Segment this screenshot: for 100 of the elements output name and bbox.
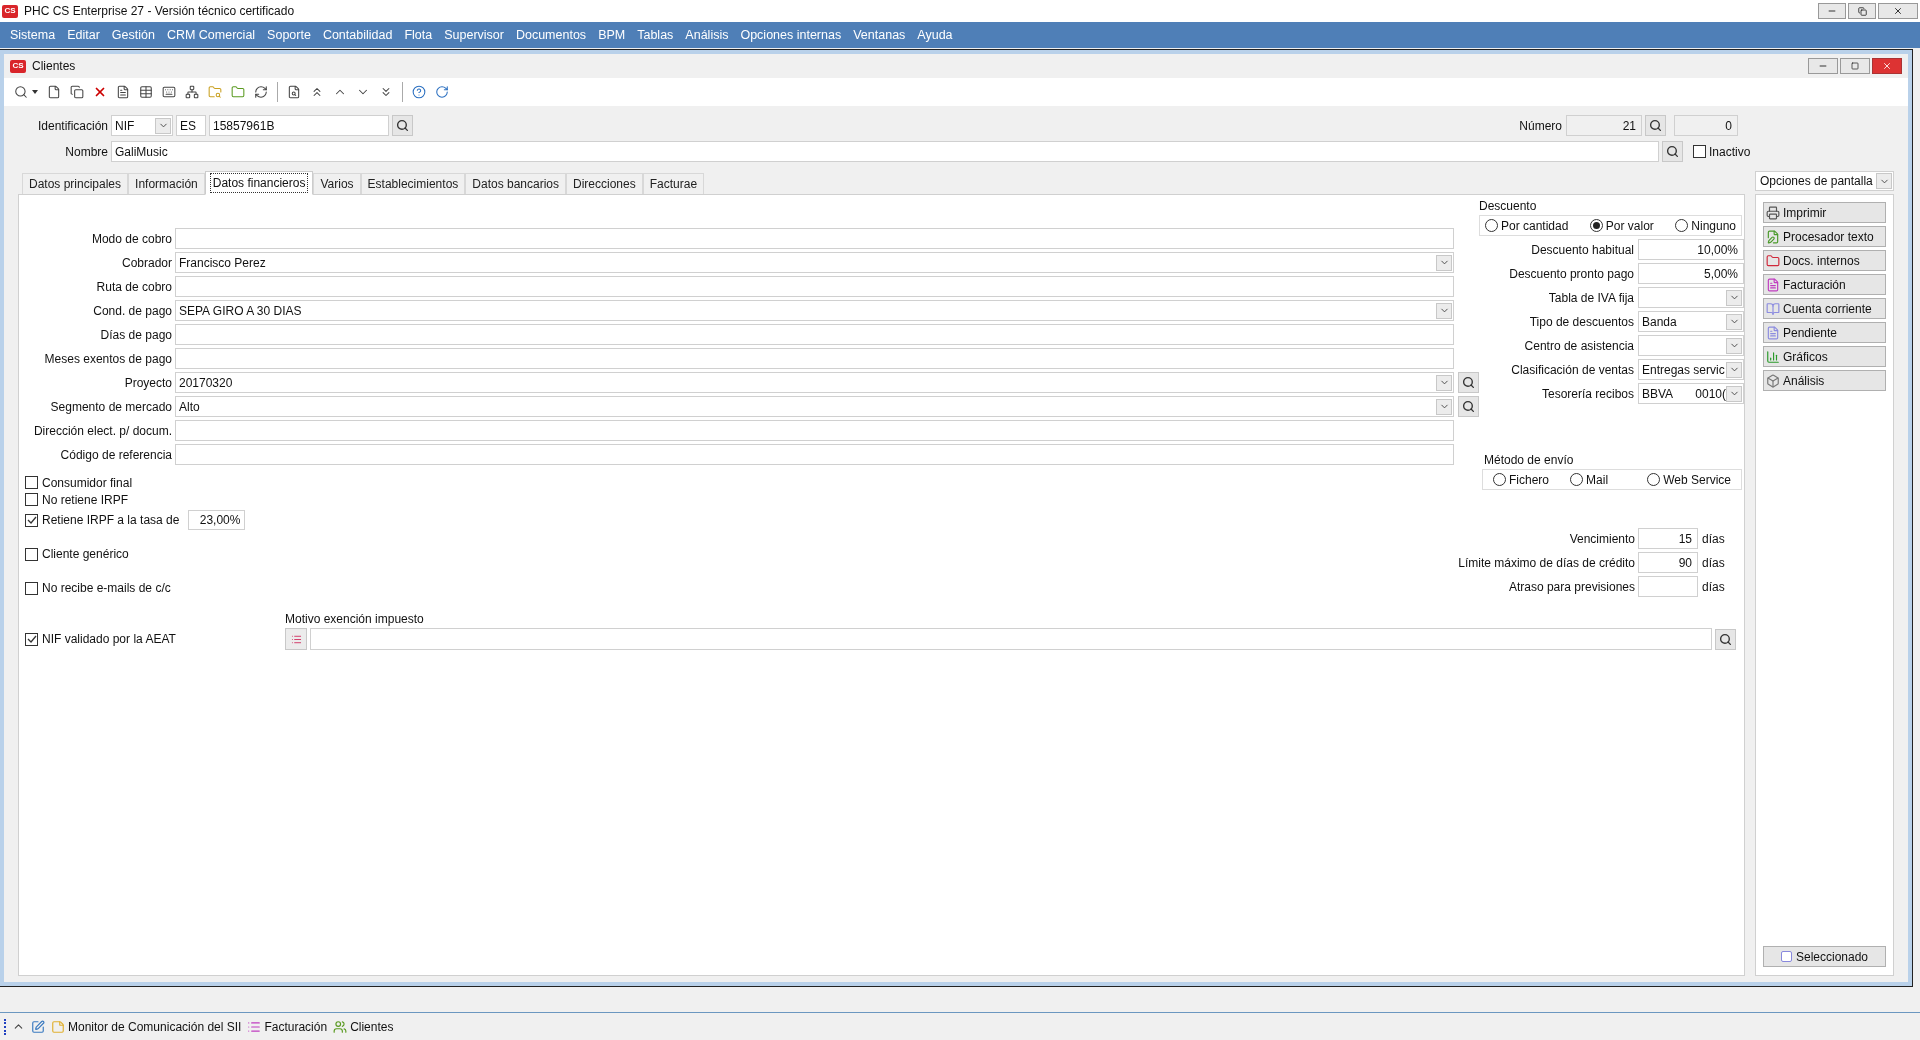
menu-item[interactable]: Gestión (105, 25, 161, 45)
side-button[interactable]: Procesador texto (1763, 226, 1886, 247)
search-icon[interactable] (14, 85, 28, 99)
taskbar-item[interactable]: Monitor de Comunicación del SII (51, 1017, 242, 1036)
tab[interactable]: Datos financieros (204, 171, 314, 195)
radio-button[interactable] (1589, 219, 1603, 232)
input-field[interactable] (175, 276, 1454, 297)
dropdown-field[interactable]: Francisco Perez (175, 252, 1454, 273)
dropdown-field[interactable]: Alto (175, 396, 1454, 417)
input-field[interactable] (175, 228, 1454, 249)
search-button[interactable] (392, 115, 413, 136)
menu-item[interactable]: CRM Comercial (160, 25, 262, 45)
name-field[interactable]: GaliMusic (111, 141, 1659, 162)
menu-item[interactable]: Sistema (4, 25, 62, 45)
taskbar-item[interactable]: Facturación (247, 1017, 328, 1036)
menu-item[interactable]: Contabilidad (316, 25, 399, 45)
search-button[interactable] (1458, 396, 1479, 417)
rate-field[interactable]: 23,00% (188, 510, 246, 530)
menu-item[interactable]: Ayuda (911, 25, 959, 45)
side-button[interactable]: Análisis (1763, 370, 1886, 391)
radio-button[interactable] (1493, 473, 1506, 486)
checkbox[interactable] (25, 581, 38, 595)
radio-button[interactable] (1485, 219, 1498, 232)
dropdown-field[interactable] (1638, 335, 1744, 356)
country-field[interactable]: ES (176, 115, 206, 136)
radio-button[interactable] (1647, 473, 1661, 486)
folder-icon[interactable] (231, 85, 245, 99)
menu-item[interactable]: Análisis (679, 25, 735, 45)
dropdown-field[interactable]: 20170320 (175, 372, 1454, 393)
rotate-icon[interactable] (435, 85, 449, 99)
copy-icon[interactable] (70, 85, 84, 99)
side-button[interactable]: Docs. internos (1763, 250, 1886, 271)
menu-item[interactable]: Opciones internas (734, 25, 848, 45)
search-button[interactable] (1715, 628, 1736, 650)
hierarchy-icon[interactable] (185, 85, 199, 99)
minimize-button[interactable] (1808, 58, 1838, 74)
first-icon[interactable] (310, 85, 324, 99)
last-icon[interactable] (379, 85, 393, 99)
minimize-button[interactable] (1818, 3, 1846, 19)
menu-item[interactable]: BPM (592, 25, 632, 45)
form-icon[interactable] (116, 85, 130, 99)
file-icon[interactable] (47, 85, 61, 99)
selected-toggle-button[interactable]: Seleccionado (1763, 946, 1886, 967)
tab[interactable]: Datos bancarios (465, 173, 567, 194)
side-button[interactable]: Pendiente (1763, 322, 1886, 343)
nif-field[interactable]: 15857961B (209, 115, 389, 136)
number-field[interactable]: 21 (1566, 115, 1642, 136)
dropdown-field[interactable]: Entregas servic (1638, 359, 1744, 380)
input-field[interactable] (310, 628, 1712, 650)
help-icon[interactable] (412, 85, 426, 99)
preview-icon[interactable] (287, 85, 301, 99)
side-button[interactable]: Imprimir (1763, 202, 1886, 223)
input-field[interactable]: 5,00% (1638, 263, 1744, 284)
checkbox[interactable] (25, 476, 38, 489)
checkbox[interactable] (25, 513, 38, 527)
keyboard-icon[interactable] (162, 85, 176, 99)
dropdown-field[interactable]: BBVA 0010( (1638, 383, 1744, 404)
screen-options-dropdown[interactable]: Opciones de pantalla (1755, 171, 1894, 191)
side-button[interactable]: Cuenta corriente (1763, 298, 1886, 319)
input-field[interactable] (175, 420, 1454, 441)
tab[interactable]: Facturae (642, 173, 705, 194)
close-button[interactable] (1872, 58, 1902, 74)
checkbox[interactable] (25, 493, 38, 506)
tab[interactable]: Direcciones (566, 173, 643, 194)
close-icon[interactable] (93, 85, 107, 99)
input-field[interactable] (175, 444, 1454, 465)
menu-item[interactable]: Ventanas (847, 25, 912, 45)
menu-item[interactable]: Flota (398, 25, 439, 45)
input-field[interactable]: 90 (1638, 552, 1698, 573)
tab[interactable]: Datos principales (22, 173, 129, 194)
caret-icon[interactable] (32, 90, 38, 94)
tab[interactable]: Varios (313, 173, 361, 194)
input-field[interactable] (175, 348, 1454, 369)
list-button[interactable] (285, 628, 307, 650)
taskbar-item[interactable]: Clientes (333, 1017, 394, 1036)
radio-button[interactable] (1570, 473, 1584, 486)
id-type-dropdown[interactable]: NIF (111, 115, 173, 136)
input-field[interactable]: 10,00% (1638, 239, 1744, 260)
checkbox[interactable] (25, 547, 38, 561)
search-button[interactable] (1645, 115, 1666, 136)
input-field[interactable]: 15 (1638, 528, 1698, 549)
tab[interactable]: Información (128, 173, 205, 194)
dropdown-field[interactable]: SEPA GIRO A 30 DIAS (175, 300, 1454, 321)
checkbox[interactable] (25, 632, 38, 646)
menu-item[interactable]: Tablas (631, 25, 680, 45)
edit-icon[interactable] (31, 1019, 45, 1034)
menu-item[interactable]: Editar (61, 25, 106, 45)
dropdown-field[interactable] (1638, 287, 1744, 308)
radio-button[interactable] (1675, 219, 1689, 232)
input-field[interactable] (1638, 576, 1698, 597)
menu-item[interactable]: Supervisor (438, 25, 510, 45)
tab[interactable]: Establecimientos (360, 173, 466, 194)
side-button[interactable]: Gráficos (1763, 346, 1886, 367)
checkbox[interactable] (1693, 145, 1706, 158)
menu-item[interactable]: Soporte (261, 25, 317, 45)
refresh-icon[interactable] (254, 85, 268, 99)
table-icon[interactable] (139, 85, 153, 99)
restore-button[interactable] (1848, 3, 1876, 19)
search-button[interactable] (1662, 141, 1683, 162)
input-field[interactable] (175, 324, 1454, 345)
